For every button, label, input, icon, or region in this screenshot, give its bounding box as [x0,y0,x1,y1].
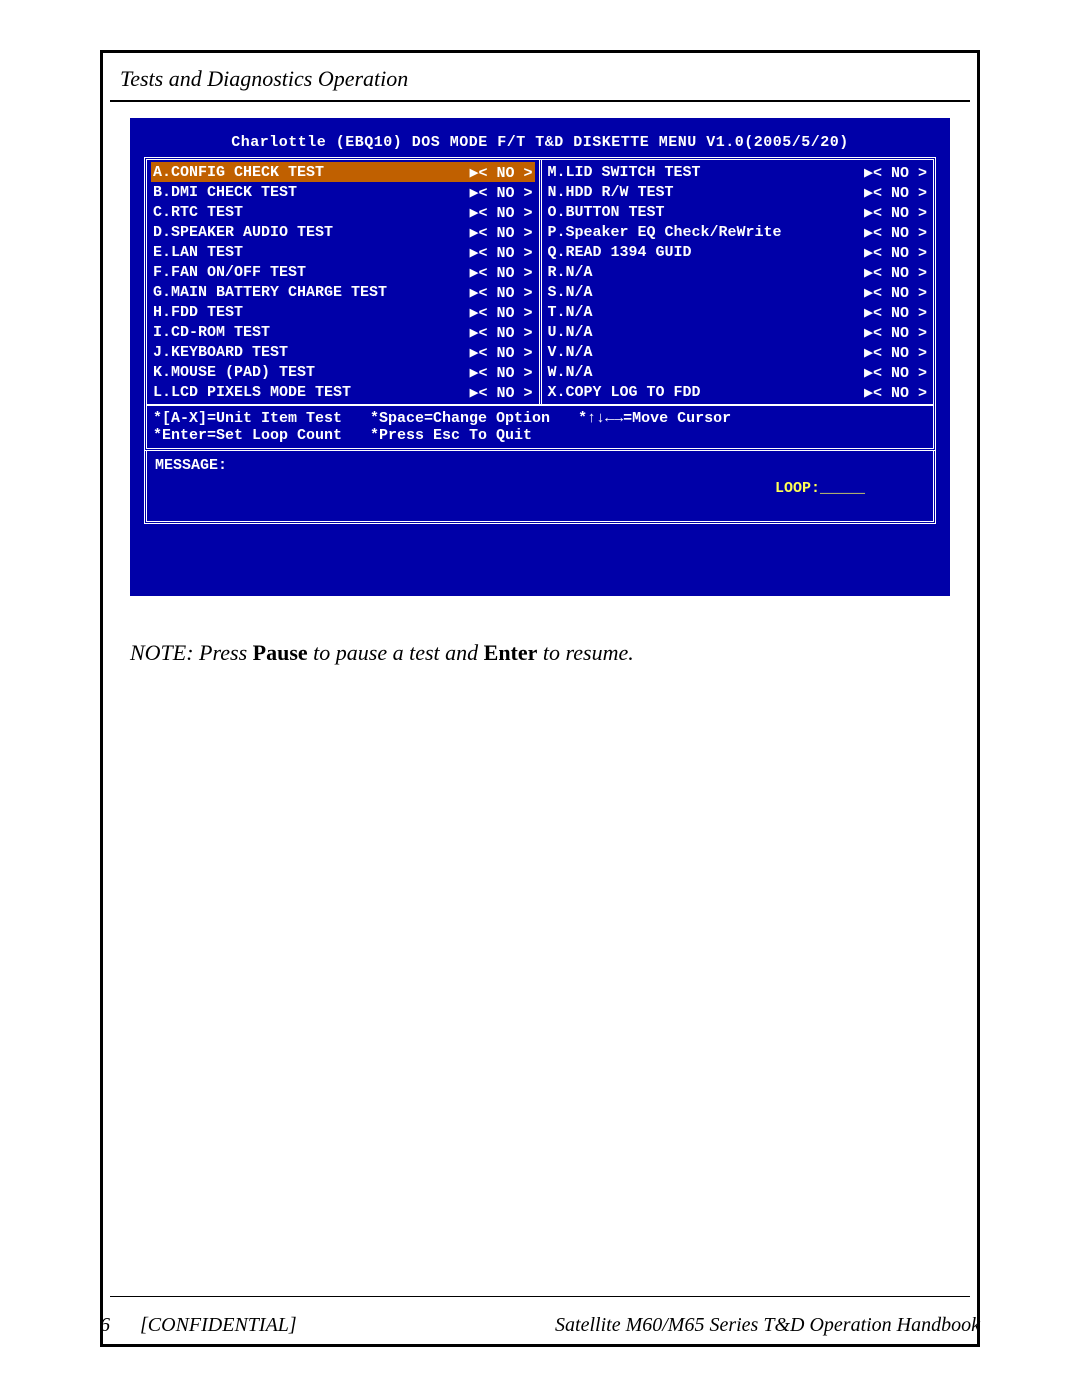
menu-item-label: T.N/A [546,304,864,321]
menu-item-option[interactable]: ▶< NO > [469,223,534,242]
dos-hint: *[A-X]=Unit Item Test [153,410,342,427]
menu-item-option[interactable]: ▶< NO > [469,243,534,262]
note-pause-key: Pause [253,640,308,665]
menu-item-label: H.FDD TEST [151,304,469,321]
note-suffix: to resume. [543,640,634,665]
menu-item[interactable]: L.LCD PIXELS MODE TEST▶< NO > [151,382,535,402]
dos-hint-bar: *[A-X]=Unit Item Test *Space=Change Optio… [147,404,933,448]
menu-item-option[interactable]: ▶< NO > [864,383,929,402]
dos-menu-box: A.CONFIG CHECK TEST▶< NO >B.DMI CHECK TE… [144,157,936,451]
menu-item[interactable]: V.N/A▶< NO > [546,342,930,362]
menu-item-option[interactable]: ▶< NO > [864,343,929,362]
dos-hint: *Enter=Set Loop Count [153,427,342,444]
menu-item-label: C.RTC TEST [151,204,469,221]
dos-menu-left-column: A.CONFIG CHECK TEST▶< NO >B.DMI CHECK TE… [147,160,542,404]
page-number: 6 [100,1314,140,1337]
menu-item[interactable]: W.N/A▶< NO > [546,362,930,382]
menu-item-option[interactable]: ▶< NO > [864,303,929,322]
menu-item[interactable]: I.CD-ROM TEST▶< NO > [151,322,535,342]
menu-item-label: A.CONFIG CHECK TEST [151,164,469,181]
menu-item-option[interactable]: ▶< NO > [469,383,534,402]
menu-item-option[interactable]: ▶< NO > [864,363,929,382]
menu-item-option[interactable]: ▶< NO > [864,223,929,242]
footer-rule [110,1296,970,1297]
handbook-title: Satellite M60/M65 Series T&D Operation H… [555,1314,980,1337]
menu-item[interactable]: D.SPEAKER AUDIO TEST▶< NO > [151,222,535,242]
menu-item[interactable]: B.DMI CHECK TEST▶< NO > [151,182,535,202]
menu-item-label: R.N/A [546,264,864,281]
menu-item-label: E.LAN TEST [151,244,469,261]
dos-message-label: MESSAGE: [155,457,925,474]
menu-item-label: Q.READ 1394 GUID [546,244,864,261]
menu-item-option[interactable]: ▶< NO > [469,183,534,202]
menu-item-option[interactable]: ▶< NO > [469,283,534,302]
note-enter-key: Enter [484,640,538,665]
dos-menu-right-column: M.LID SWITCH TEST▶< NO >N.HDD R/W TEST▶<… [542,160,934,404]
dos-loop-label: LOOP:_____ [155,480,925,497]
menu-item-option[interactable]: ▶< NO > [864,323,929,342]
menu-item-option[interactable]: ▶< NO > [864,263,929,282]
menu-item[interactable]: X.COPY LOG TO FDD▶< NO > [546,382,930,402]
menu-item[interactable]: K.MOUSE (PAD) TEST▶< NO > [151,362,535,382]
menu-item[interactable]: A.CONFIG CHECK TEST▶< NO > [151,162,535,182]
menu-item-option[interactable]: ▶< NO > [864,203,929,222]
menu-item-option[interactable]: ▶< NO > [864,243,929,262]
menu-item[interactable]: J.KEYBOARD TEST▶< NO > [151,342,535,362]
menu-item-label: I.CD-ROM TEST [151,324,469,341]
menu-item-option[interactable]: ▶< NO > [469,343,534,362]
dos-hint: *↑↓←→=Move Cursor [578,410,731,427]
dos-hint: *Press Esc To Quit [370,427,532,444]
menu-item-label: K.MOUSE (PAD) TEST [151,364,469,381]
header-rule [110,100,970,102]
menu-item-label: O.BUTTON TEST [546,204,864,221]
section-header: Tests and Diagnostics Operation [120,66,408,92]
menu-item-label: S.N/A [546,284,864,301]
dos-title: Charlottle (EBQ10) DOS MODE F/T T&D DISK… [144,134,936,151]
menu-item[interactable]: R.N/A▶< NO > [546,262,930,282]
menu-item-label: N.HDD R/W TEST [546,184,864,201]
menu-item-option[interactable]: ▶< NO > [864,283,929,302]
dos-menu-screenshot: Charlottle (EBQ10) DOS MODE F/T T&D DISK… [130,118,950,596]
menu-item-option[interactable]: ▶< NO > [469,303,534,322]
menu-item-option[interactable]: ▶< NO > [864,183,929,202]
menu-item-label: W.N/A [546,364,864,381]
menu-item-option[interactable]: ▶< NO > [469,203,534,222]
menu-item-label: L.LCD PIXELS MODE TEST [151,384,469,401]
menu-item[interactable]: T.N/A▶< NO > [546,302,930,322]
menu-item-option[interactable]: ▶< NO > [469,363,534,382]
menu-item[interactable]: H.FDD TEST▶< NO > [151,302,535,322]
menu-item-option[interactable]: ▶< NO > [469,323,534,342]
dos-message-box: MESSAGE: LOOP:_____ [144,451,936,524]
confidential-label: [CONFIDENTIAL] [140,1314,555,1337]
page-footer: 6 [CONFIDENTIAL] Satellite M60/M65 Serie… [100,1314,980,1337]
menu-item[interactable]: N.HDD R/W TEST▶< NO > [546,182,930,202]
menu-item[interactable]: O.BUTTON TEST▶< NO > [546,202,930,222]
menu-item[interactable]: Q.READ 1394 GUID▶< NO > [546,242,930,262]
menu-item[interactable]: E.LAN TEST▶< NO > [151,242,535,262]
menu-item[interactable]: S.N/A▶< NO > [546,282,930,302]
menu-item-label: X.COPY LOG TO FDD [546,384,864,401]
note-prefix: NOTE: Press [130,640,253,665]
menu-item[interactable]: F.FAN ON/OFF TEST▶< NO > [151,262,535,282]
menu-item-label: G.MAIN BATTERY CHARGE TEST [151,284,469,301]
dos-hint: *Space=Change Option [370,410,550,427]
menu-item-label: B.DMI CHECK TEST [151,184,469,201]
menu-item[interactable]: M.LID SWITCH TEST▶< NO > [546,162,930,182]
menu-item-label: M.LID SWITCH TEST [546,164,864,181]
menu-item[interactable]: P.Speaker EQ Check/ReWrite▶< NO > [546,222,930,242]
menu-item-option[interactable]: ▶< NO > [469,263,534,282]
menu-item-label: F.FAN ON/OFF TEST [151,264,469,281]
menu-item-label: U.N/A [546,324,864,341]
menu-item[interactable]: G.MAIN BATTERY CHARGE TEST▶< NO > [151,282,535,302]
menu-item-option[interactable]: ▶< NO > [864,163,929,182]
note-text: NOTE: Press Pause to pause a test and En… [130,640,634,666]
menu-item-option[interactable]: ▶< NO > [469,163,534,182]
menu-item-label: D.SPEAKER AUDIO TEST [151,224,469,241]
note-mid: to pause a test and [313,640,484,665]
menu-item[interactable]: C.RTC TEST▶< NO > [151,202,535,222]
menu-item-label: V.N/A [546,344,864,361]
menu-item-label: P.Speaker EQ Check/ReWrite [546,224,864,241]
menu-item-label: J.KEYBOARD TEST [151,344,469,361]
menu-item[interactable]: U.N/A▶< NO > [546,322,930,342]
